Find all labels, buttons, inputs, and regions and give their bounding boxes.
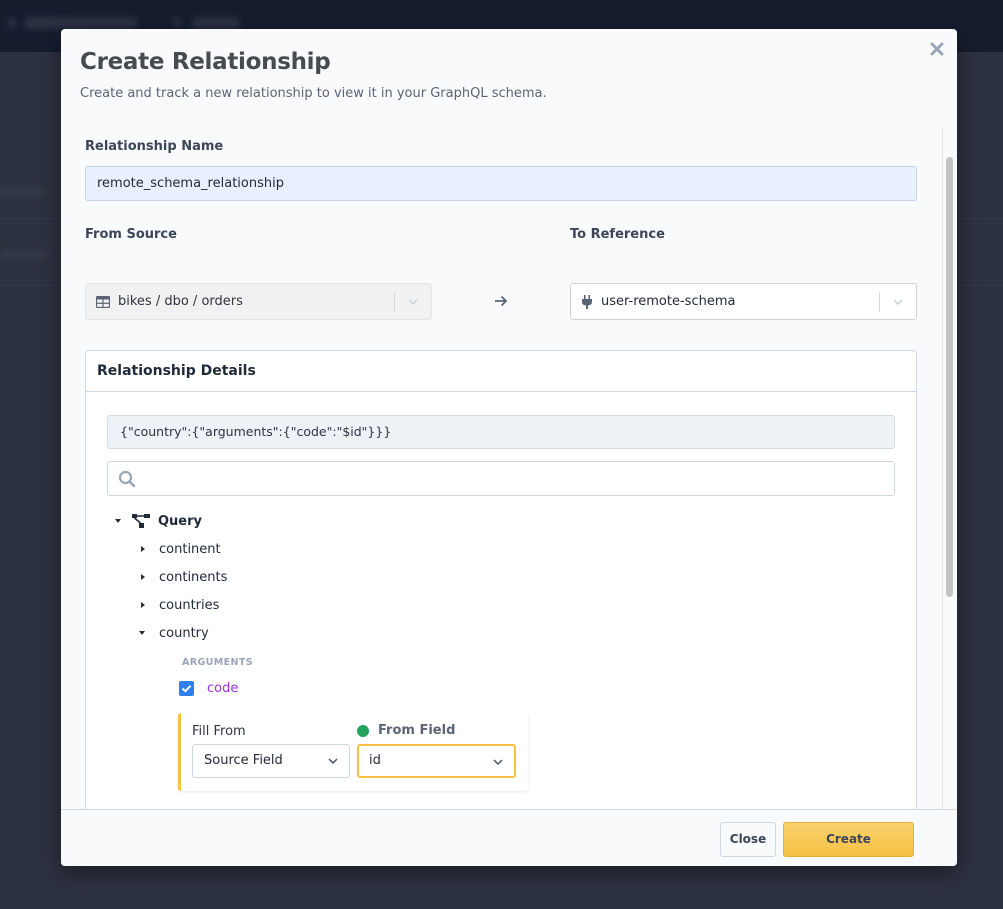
background-blur	[8, 18, 16, 28]
field-label: continents	[159, 569, 228, 585]
argument-checkbox[interactable]	[179, 681, 194, 696]
chevron-down-icon	[493, 759, 503, 766]
json-preview: {"country":{"arguments":{"code":"$id"}}}	[107, 415, 895, 449]
checkmark-icon	[181, 685, 192, 693]
field-label: country	[159, 625, 209, 641]
argument-fill-card: Fill From Source Field From Field id	[178, 713, 528, 791]
fill-from-value: Source Field	[204, 753, 283, 768]
to-reference-select[interactable]: user-remote-schema	[570, 283, 917, 320]
close-button[interactable]: Close	[720, 822, 776, 857]
field-label: continent	[159, 541, 221, 557]
modal-footer: Close Create Relationship	[61, 809, 957, 866]
modal-subtitle: Create and track a new relationship to v…	[80, 86, 547, 101]
tree-node-field[interactable]: continents	[139, 567, 227, 587]
modal-title: Create Relationship	[80, 49, 331, 75]
from-field-label: From Field	[357, 723, 455, 738]
create-relationship-button[interactable]: Create Relationship	[783, 822, 914, 866]
background-blur	[0, 188, 45, 196]
status-dot-icon	[357, 724, 369, 737]
arrow-right-icon	[495, 295, 508, 307]
background-blur	[0, 250, 50, 258]
caret-down-icon[interactable]	[139, 629, 147, 637]
chevron-down-icon	[893, 299, 903, 306]
field-search-input[interactable]	[107, 461, 895, 496]
chevron-down-icon	[408, 299, 418, 306]
from-field-select[interactable]: id	[357, 744, 516, 778]
search-icon	[118, 470, 136, 488]
background-blur	[25, 17, 137, 29]
from-field-value: id	[369, 753, 381, 768]
select-divider	[879, 292, 880, 312]
scrollbar-thumb[interactable]	[946, 157, 953, 597]
tree-node-field[interactable]: continent	[139, 539, 221, 559]
caret-right-icon[interactable]	[139, 601, 147, 609]
table-icon	[96, 295, 110, 308]
field-label: countries	[159, 597, 220, 613]
arguments-section-label: ARGUMENTS	[182, 657, 253, 668]
close-x-icon[interactable]	[929, 41, 945, 57]
schema-tree-icon	[132, 514, 150, 528]
from-source-value: bikes / dbo / orders	[118, 294, 243, 309]
select-divider	[394, 292, 395, 312]
argument-name: code	[207, 681, 239, 696]
relationship-details-title: Relationship Details	[86, 351, 916, 392]
fill-from-select[interactable]: Source Field	[192, 744, 350, 778]
from-field-label-text: From Field	[378, 723, 456, 738]
caret-right-icon[interactable]	[139, 545, 147, 553]
query-label: Query	[158, 513, 203, 529]
from-source-select[interactable]: bikes / dbo / orders	[85, 283, 432, 320]
to-reference-value: user-remote-schema	[601, 294, 736, 309]
plug-icon	[582, 294, 592, 309]
tree-node-field[interactable]: countries	[139, 595, 219, 615]
tree-node-field-expanded[interactable]: country	[139, 623, 209, 643]
from-source-label: From Source	[85, 227, 177, 242]
relationship-name-input[interactable]: remote_schema_relationship	[85, 166, 917, 201]
create-relationship-modal: Create Relationship Create and track a n…	[61, 29, 957, 866]
background-blur	[173, 17, 181, 27]
modal-body: Relationship Name remote_schema_relation…	[61, 127, 957, 809]
background-blur	[192, 17, 240, 29]
caret-right-icon[interactable]	[139, 573, 147, 581]
scrollbar-track	[942, 127, 943, 809]
to-reference-label: To Reference	[570, 227, 665, 242]
relationship-name-label: Relationship Name	[85, 139, 224, 154]
fill-from-label: Fill From	[192, 724, 246, 739]
tree-node-query[interactable]: Query	[115, 511, 202, 531]
relationship-details-card: Relationship Details {"country":{"argume…	[85, 350, 917, 809]
chevron-down-icon	[328, 758, 338, 765]
caret-down-icon[interactable]	[115, 517, 123, 525]
